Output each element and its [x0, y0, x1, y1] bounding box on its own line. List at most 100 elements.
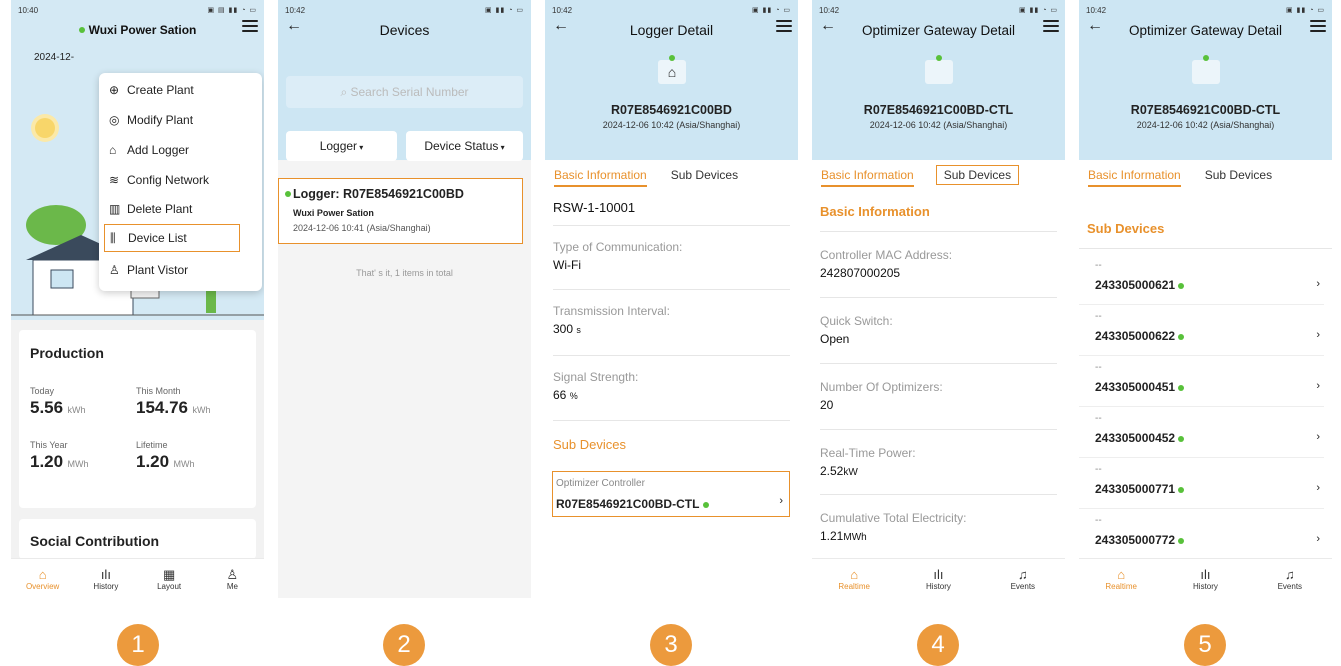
menu-modify-plant[interactable]: ◎ Modify Plant	[109, 113, 193, 127]
online-dot	[1178, 537, 1185, 544]
divider	[553, 355, 790, 356]
divider	[553, 420, 790, 421]
production-card: Production Today 5.56 kWh This Month 154…	[19, 330, 256, 508]
hamburger-icon[interactable]	[1043, 20, 1059, 33]
quick-switch-row: Quick Switch: Open	[812, 314, 1065, 346]
sub-devices-heading: Sub Devices	[553, 437, 626, 452]
list-item[interactable]: -- 243305000772 ›	[1079, 509, 1324, 558]
home-icon: ⌂	[38, 566, 47, 582]
row-label: Cumulative Total Electricity:	[820, 511, 967, 525]
nav-me[interactable]: ♙ Me	[207, 567, 257, 591]
me-icon: ♙	[226, 566, 239, 582]
today-value: 5.56 kWh	[30, 398, 86, 418]
electricity-row: Cumulative Total Electricity: 1.21MWh	[812, 511, 1065, 543]
list-item[interactable]: -- 243305000451 ›	[1079, 356, 1324, 407]
tab-basic-information[interactable]: Basic Information	[1079, 168, 1190, 187]
sub-device-item[interactable]: Optimizer Controller R07E8546921C00BD-CT…	[552, 471, 790, 517]
hamburger-icon[interactable]	[776, 20, 792, 33]
chevron-down-icon: ▾	[357, 143, 364, 152]
hamburger-icon[interactable]	[1310, 20, 1326, 33]
list-item[interactable]: -- 243305000622 ›	[1079, 305, 1324, 356]
page-title: Optimizer Gateway Detail	[1128, 22, 1283, 38]
nav-events[interactable]: ♫ Events	[998, 567, 1048, 591]
year-number: 1.20	[30, 452, 64, 471]
row-label: Signal Strength:	[553, 370, 639, 384]
interval-number: 300	[553, 322, 574, 336]
target-icon: ◎	[109, 113, 120, 127]
nav-events[interactable]: ♫ Events	[1265, 567, 1315, 591]
tab-sub-devices[interactable]: Sub Devices	[927, 165, 1028, 185]
page-title: Optimizer Gateway Detail	[861, 22, 1016, 38]
menu-add-logger[interactable]: ⌂ Add Logger	[109, 143, 189, 157]
search-input[interactable]: ⌕ Search Serial Number	[286, 76, 523, 108]
power-number: 2.52	[820, 464, 844, 478]
detail-header: 10:42 ▣ ▮▮ ◔ ▭ ← Optimizer Gateway Detail…	[812, 0, 1065, 160]
search-icon: ⌕	[340, 85, 351, 99]
divider	[820, 297, 1057, 298]
gateway-icon	[925, 55, 953, 84]
menu-create-plant[interactable]: ⊕ Create Plant	[109, 83, 194, 97]
chevron-right-icon: ›	[1316, 380, 1320, 392]
status-time: 10:42	[1086, 5, 1107, 15]
hamburger-icon[interactable]	[242, 20, 258, 33]
social-card: Social Contribution	[19, 519, 256, 559]
logger-filter-dropdown[interactable]: Logger ▾	[286, 131, 397, 161]
menu-plant-visitor[interactable]: ♙ Plant Vistor	[109, 263, 188, 277]
communication-row: Type of Communication: Wi-Fi	[545, 240, 798, 272]
status-bar: 10:42 ▣ ▮▮ ◔ ▭	[1086, 5, 1325, 15]
interval-unit: s	[576, 325, 581, 335]
row-value: Open	[820, 332, 850, 346]
nav-history[interactable]: ılı History	[913, 567, 963, 591]
nav-history[interactable]: ılı History	[81, 567, 131, 591]
tab-sub-devices[interactable]: Sub Devices	[662, 168, 747, 182]
sub-devices-heading: Sub Devices	[1087, 221, 1165, 236]
month-value: 154.76 kWh	[136, 398, 210, 418]
screen-overview: 10:40 ▣ ▤ ▮▮ ◔ ▭ Wuxi Power Sation 2024-1…	[11, 0, 264, 598]
tab-label: Sub Devices	[670, 168, 739, 182]
divider	[553, 225, 790, 226]
menu-label: Delete Plant	[127, 202, 193, 216]
month-unit: kWh	[192, 405, 211, 415]
nav-history[interactable]: ılı History	[1180, 567, 1230, 591]
menu-device-list[interactable]: ⫼ Device List	[104, 224, 240, 252]
online-dot	[1178, 435, 1185, 442]
divider	[820, 429, 1057, 430]
item-serial: 243305000622	[1095, 329, 1185, 343]
nav-label: History	[93, 581, 119, 591]
interval-row: Transmission Interval: 300 s	[545, 304, 798, 336]
layout-icon: ▦	[162, 566, 176, 582]
tab-sub-devices[interactable]: Sub Devices	[1196, 168, 1281, 182]
menu-delete-plant[interactable]: ▥ Delete Plant	[109, 202, 192, 216]
online-dot	[702, 501, 709, 508]
status-filter-dropdown[interactable]: Device Status ▾	[406, 131, 523, 161]
item-time: 2024-12-06 10:41 (Asia/Shanghai)	[293, 223, 431, 233]
list-item[interactable]: -- 243305000771 ›	[1079, 458, 1324, 509]
nav-overview[interactable]: ⌂ Overview	[18, 567, 68, 591]
divider	[1079, 248, 1332, 249]
nav-realtime[interactable]: ⌂ Realtime	[1096, 567, 1146, 591]
item-dash: --	[1095, 413, 1102, 424]
list-item[interactable]: -- 243305000621 ›	[1079, 254, 1324, 305]
nav-realtime[interactable]: ⌂ Realtime	[829, 567, 879, 591]
tab-basic-information[interactable]: Basic Information	[812, 168, 923, 187]
chevron-right-icon: ›	[1316, 278, 1320, 290]
plant-title-bar[interactable]: Wuxi Power Sation	[11, 16, 264, 44]
nav-label: Overview	[25, 581, 60, 591]
tab-label: Basic Information	[554, 168, 647, 187]
step-badge-2: 2	[383, 624, 425, 666]
device-list-item[interactable]: Logger: R07E8546921C00BD Wuxi Power Sati…	[278, 178, 523, 244]
mac-row: Controller MAC Address: 242807000205	[812, 248, 1065, 280]
online-dot	[669, 55, 675, 61]
plant-name: Wuxi Power Sation	[88, 23, 197, 37]
nav-layout[interactable]: ▦ Layout	[144, 567, 194, 591]
menu-config-network[interactable]: ≋ Config Network	[109, 173, 209, 187]
today-unit: kWh	[67, 405, 86, 415]
row-value: 300 s	[553, 322, 790, 336]
status-bar: 10:42 ▣ ▮▮ ◔ ▭	[552, 5, 791, 15]
bottom-nav: ⌂ Overview ılı History ▦ Layout ♙ Me	[11, 558, 264, 598]
tab-basic-information[interactable]: Basic Information	[545, 168, 656, 187]
serial-text: 243305000772	[1095, 533, 1176, 547]
item-serial: 243305000452	[1095, 431, 1185, 445]
list-item[interactable]: -- 243305000452 ›	[1079, 407, 1324, 458]
lifetime-unit: MWh	[173, 459, 195, 469]
